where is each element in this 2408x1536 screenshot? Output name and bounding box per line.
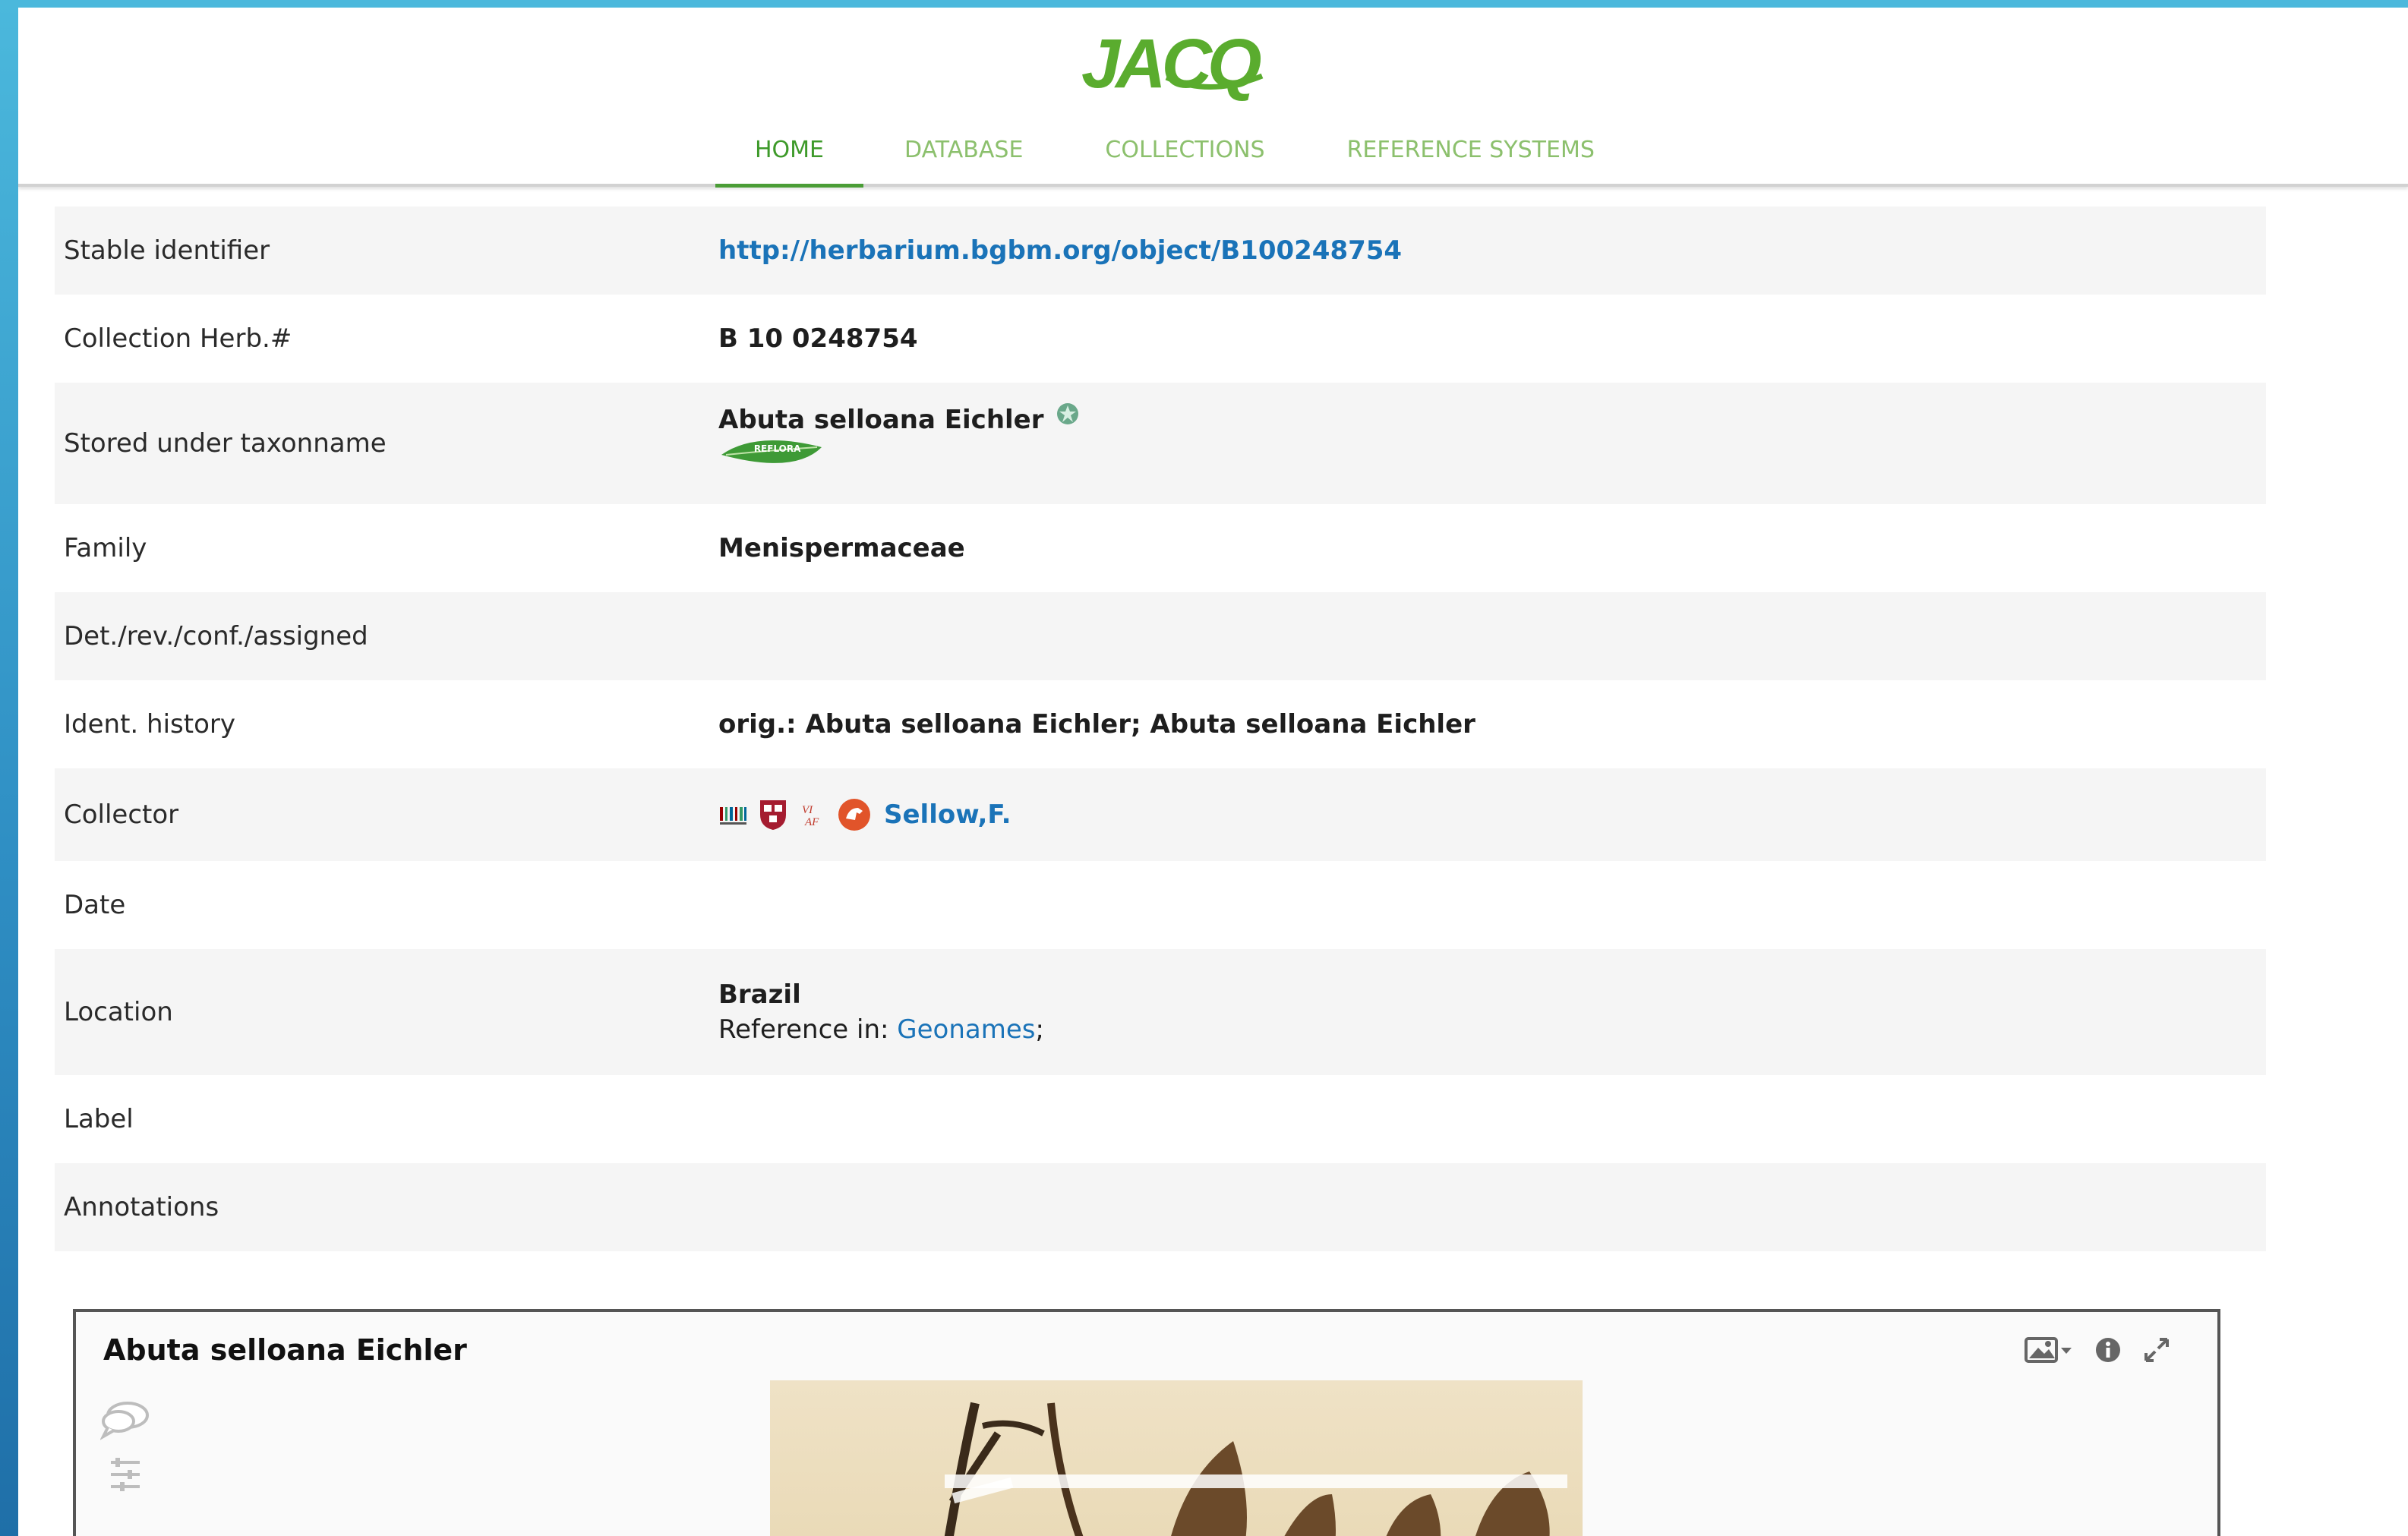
collector-label: Collector (64, 800, 179, 830)
main-nav: HOME DATABASE COLLECTIONS REFERENCE SYST… (715, 121, 1636, 188)
location-reference: Reference in: Geonames; (718, 1014, 2266, 1045)
annotations-label: Annotations (64, 1192, 219, 1222)
comment-icon[interactable] (100, 1400, 150, 1441)
image-select-icon[interactable] (2025, 1336, 2075, 1364)
collection-herb-value: B 10 0248754 (718, 323, 918, 354)
collector-cell: VI AF Sellow,F. (718, 797, 2266, 832)
site-header: JACQ HOME DATABASE COLLECTIONS REFERENCE… (18, 8, 2408, 188)
viaf-icon[interactable]: VI AF (797, 800, 828, 830)
row-family: Family Menispermaceae (55, 504, 2266, 592)
taxonname-cell: Abuta selloana Eichler REFLORA (718, 402, 2266, 478)
det-rev-label: Det./rev./conf./assigned (64, 621, 368, 651)
row-collector: Collector VI AF Sellow,F. (55, 768, 2266, 861)
viewer-side-tools (100, 1400, 150, 1494)
harvard-shield-icon[interactable] (758, 798, 788, 831)
ident-history-value: orig.: Abuta selloana Eichler; Abuta sel… (718, 709, 1475, 740)
geonames-link[interactable]: Geonames (897, 1014, 1035, 1045)
collection-herb-label: Collection Herb.# (64, 323, 292, 354)
nav-reference-systems[interactable]: REFERENCE SYSTEMS (1306, 121, 1636, 184)
row-label: Label (55, 1075, 2266, 1163)
logo-swoosh-icon (1165, 73, 1264, 90)
label-field-label: Label (64, 1104, 134, 1134)
reflora-badge[interactable]: REFLORA (718, 437, 2266, 478)
nav-collections[interactable]: COLLECTIONS (1064, 121, 1305, 184)
taxonname-value: Abuta selloana Eichler (718, 404, 1044, 435)
stable-identifier-label: Stable identifier (64, 235, 270, 266)
adjust-sliders-icon[interactable] (100, 1456, 150, 1494)
location-cell: Brazil Reference in: Geonames; (718, 979, 2266, 1045)
reference-suffix: ; (1035, 1014, 1044, 1045)
stable-identifier-link[interactable]: http://herbarium.bgbm.org/object/B100248… (718, 235, 1402, 266)
herbarium-sheet-image (944, 1402, 1567, 1536)
nav-database[interactable]: DATABASE (863, 121, 1064, 184)
location-country: Brazil (718, 979, 801, 1010)
specimen-details-table: Stable identifier http://herbarium.bgbm.… (55, 207, 2266, 1251)
date-label: Date (64, 890, 126, 920)
bloodhound-icon[interactable] (837, 797, 872, 832)
location-label: Location (64, 997, 173, 1027)
row-taxonname: Stored under taxonname Abuta selloana Ei… (55, 383, 2266, 504)
row-ident-history: Ident. history orig.: Abuta selloana Eic… (55, 680, 2266, 768)
reflora-badge-text: REFLORA (753, 443, 801, 454)
viewer-toolbar (2025, 1335, 2172, 1365)
wikidata-barcode-icon[interactable] (718, 803, 749, 827)
ident-history-label: Ident. history (64, 709, 235, 740)
specimen-image[interactable] (770, 1380, 1583, 1536)
row-annotations: Annotations (55, 1163, 2266, 1251)
svg-text:VI: VI (802, 804, 813, 816)
info-icon[interactable] (2094, 1336, 2122, 1364)
reference-prefix: Reference in: (718, 1014, 898, 1045)
taxonname-label: Stored under taxonname (64, 428, 387, 459)
nav-home[interactable]: HOME (715, 121, 864, 188)
row-location: Location Brazil Reference in: Geonames; (55, 949, 2266, 1075)
row-date: Date (55, 861, 2266, 949)
collector-link[interactable]: Sellow,F. (884, 800, 1011, 830)
row-stable-identifier: Stable identifier http://herbarium.bgbm.… (55, 207, 2266, 295)
svg-text:AF: AF (804, 816, 819, 828)
flora-do-brasil-icon[interactable] (1055, 401, 1081, 427)
page: JACQ HOME DATABASE COLLECTIONS REFERENCE… (18, 8, 2408, 1536)
family-label: Family (64, 533, 147, 563)
image-viewer: Abuta selloana Eichler (73, 1309, 2220, 1536)
viewer-title: Abuta selloana Eichler (103, 1333, 467, 1367)
family-value: Menispermaceae (718, 533, 965, 563)
row-collection-herb: Collection Herb.# B 10 0248754 (55, 295, 2266, 383)
row-det-rev: Det./rev./conf./assigned (55, 592, 2266, 680)
fullscreen-icon[interactable] (2141, 1335, 2172, 1365)
